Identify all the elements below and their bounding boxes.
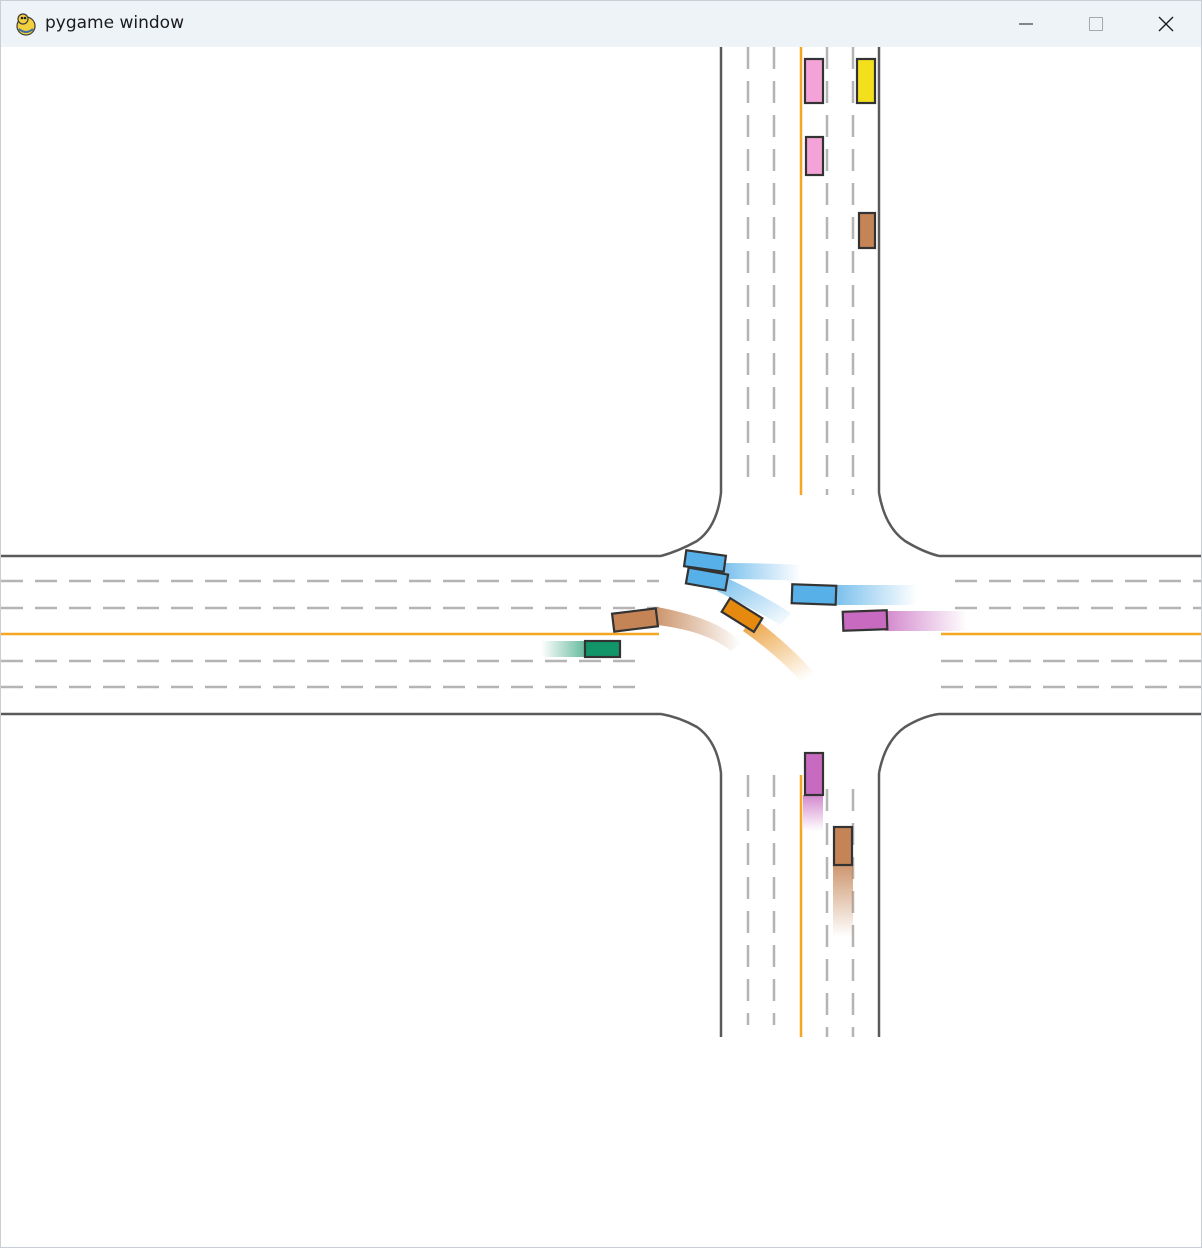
vehicle-magenta-2 [803, 751, 825, 797]
minimize-icon [1019, 23, 1033, 25]
window-title: pygame window [45, 13, 184, 33]
close-icon [1158, 16, 1174, 32]
pygame-window: pygame window [0, 0, 1202, 1248]
vehicle-pink-2 [804, 135, 825, 177]
vehicles [583, 57, 889, 867]
vehicle-green-1 [583, 639, 622, 659]
road-west [1, 554, 661, 716]
simulation-canvas [1, 47, 1201, 1037]
vehicle-brown-3 [832, 825, 854, 867]
road-north [719, 47, 881, 495]
road-east [939, 554, 1201, 716]
maximize-button[interactable] [1061, 1, 1131, 47]
pygame-snake-icon [16, 13, 36, 36]
vehicle-yellow-1 [855, 57, 877, 105]
vehicle-brown-1 [857, 211, 877, 250]
vehicle-brown-2 [610, 607, 660, 633]
vehicle-magenta-1 [841, 609, 889, 632]
close-button[interactable] [1131, 1, 1201, 47]
title-bar[interactable]: pygame window [1, 1, 1201, 47]
road-south [719, 773, 881, 1037]
minimize-button[interactable] [991, 1, 1061, 47]
vehicle-blue-3 [790, 583, 838, 606]
vehicle-pink-1 [803, 57, 825, 105]
maximize-icon [1089, 17, 1103, 31]
